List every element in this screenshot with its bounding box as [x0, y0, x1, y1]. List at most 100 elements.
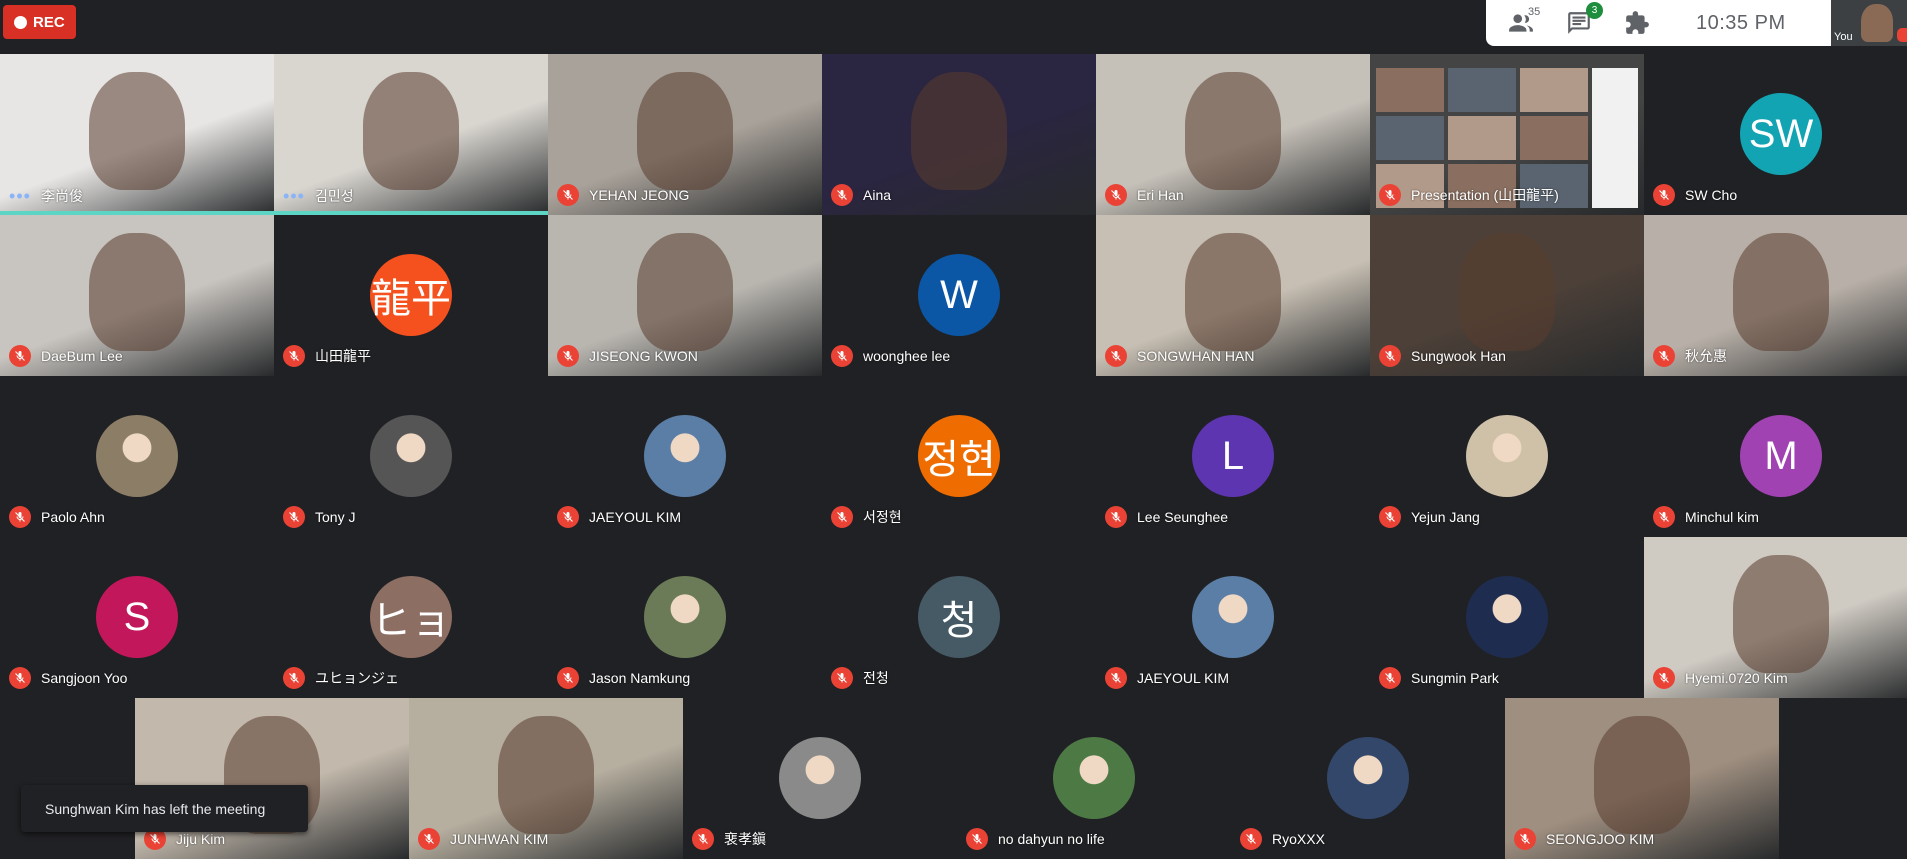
participant-name-row: ユヒョンジェ [283, 667, 399, 689]
participant-name-row: YEHAN JEONG [557, 184, 689, 206]
participant-tile[interactable]: Eri Han [1096, 54, 1370, 215]
participant-name-row: 山田龍平 [283, 345, 371, 367]
mic-muted-icon [557, 667, 579, 689]
mic-muted-icon [557, 184, 579, 206]
participant-tile[interactable]: SEONGJOO KIM [1505, 698, 1779, 859]
participant-tile[interactable]: 裵孝鎭 [683, 698, 957, 859]
participant-name: Sungmin Park [1411, 670, 1499, 686]
participant-tile[interactable]: Jason Namkung [548, 537, 822, 698]
participant-avatar: SW [1740, 93, 1822, 175]
participant-name-row: no dahyun no life [966, 828, 1105, 850]
participant-tile[interactable]: 龍平 山田龍平 [274, 215, 548, 376]
participant-name-row: Yejun Jang [1379, 506, 1480, 528]
mic-muted-icon [557, 506, 579, 528]
mic-muted-icon [1379, 506, 1401, 528]
participant-tile[interactable]: Sungmin Park [1370, 537, 1644, 698]
mic-muted-icon [831, 345, 853, 367]
participant-tile[interactable]: Sungwook Han [1370, 215, 1644, 376]
participant-name: 전청 [863, 670, 889, 686]
toast-message: Sunghwan Kim has left the meeting [45, 800, 266, 817]
participant-name: Paolo Ahn [41, 509, 105, 525]
participant-tile[interactable]: Tony J [274, 376, 548, 537]
participant-name-row: ••• 김민성 [283, 186, 354, 206]
participant-name: no dahyun no life [998, 831, 1105, 847]
participant-tile[interactable]: RyoXXX [1231, 698, 1505, 859]
participant-name: JUNHWAN KIM [450, 831, 549, 847]
participant-name: Tony J [315, 509, 356, 525]
participant-name-row: JAEYOUL KIM [557, 506, 681, 528]
participant-name: Minchul kim [1685, 509, 1759, 525]
participant-tile[interactable]: Paolo Ahn [0, 376, 274, 537]
participant-avatar [1053, 737, 1135, 819]
participant-name-row: 전청 [831, 667, 889, 689]
participant-avatar [779, 737, 861, 819]
participant-name-row: Aina [831, 184, 891, 206]
participant-tile[interactable]: Aina [822, 54, 1096, 215]
participant-avatar [96, 415, 178, 497]
participant-name-row: Sangjoon Yoo [9, 667, 127, 689]
participant-tile[interactable]: Wwoonghee lee [822, 215, 1096, 376]
participant-tile[interactable]: 청전청 [822, 537, 1096, 698]
participant-tile[interactable]: ••• 김민성 [274, 54, 548, 215]
participant-name-row: Paolo Ahn [9, 506, 105, 528]
puzzle-icon [1626, 11, 1649, 34]
participant-name-row: ••• 李尚俊 [9, 186, 83, 206]
participant-tile[interactable]: no dahyun no life [957, 698, 1231, 859]
participants-button[interactable]: 35 [1508, 6, 1566, 39]
participant-tile[interactable]: JUNHWAN KIM [409, 698, 683, 859]
mic-muted-icon [1653, 184, 1675, 206]
participant-tile[interactable]: ••• 李尚俊 [0, 54, 274, 215]
participant-name-row: Presentation (山田龍平) [1379, 184, 1559, 206]
participant-tile[interactable]: SONGWHAN HAN [1096, 215, 1370, 376]
mic-muted-icon [1653, 345, 1675, 367]
participant-tile[interactable]: SW SW Cho [1644, 54, 1907, 215]
meeting-toolbar: 35 3 10:35 PM [1486, 0, 1831, 46]
mic-muted-icon [1105, 506, 1127, 528]
notification-toast: Sunghwan Kim has left the meeting [21, 785, 308, 832]
participant-tile[interactable]: JAEYOUL KIM [1096, 537, 1370, 698]
self-view[interactable]: You [1831, 0, 1907, 46]
participant-avatar [1192, 576, 1274, 658]
participant-name: Hyemi.0720 Kim [1685, 670, 1788, 686]
participant-name: SEONGJOO KIM [1546, 831, 1655, 847]
mic-muted-icon [831, 506, 853, 528]
participant-name-row: JAEYOUL KIM [1105, 667, 1229, 689]
participant-tile[interactable]: 정현 서정현 [822, 376, 1096, 537]
participant-tile[interactable]: JISEONG KWON [548, 215, 822, 376]
participant-name-row: SW Cho [1653, 184, 1737, 206]
participant-tile[interactable]: Jiju Kim [135, 698, 409, 859]
participant-name-row: woonghee lee [831, 345, 950, 367]
participant-tile[interactable]: Yejun Jang [1370, 376, 1644, 537]
mic-muted-icon [1379, 184, 1401, 206]
participant-name: woonghee lee [863, 348, 951, 364]
mic-muted-icon [9, 667, 31, 689]
participant-avatar: 청 [918, 576, 1000, 658]
participant-tile[interactable]: 秋允惠 [1644, 215, 1907, 376]
audio-level-icon: ••• [9, 186, 31, 206]
participant-name: Jason Namkung [589, 670, 691, 686]
participant-name: 山田龍平 [315, 348, 371, 364]
participant-name: DaeBum Lee [41, 348, 123, 364]
record-dot-icon [14, 15, 27, 29]
participant-name: YEHAN JEONG [589, 187, 690, 203]
mic-muted-icon [1105, 345, 1127, 367]
participant-avatar [644, 576, 726, 658]
participant-tile[interactable]: YEHAN JEONG [548, 54, 822, 215]
participant-tile[interactable]: M Minchul kim [1644, 376, 1907, 537]
participant-tile[interactable]: DaeBum Lee [0, 215, 274, 376]
participant-name: Lee Seunghee [1137, 509, 1229, 525]
mic-muted-icon [1105, 184, 1127, 206]
participant-tile[interactable]: L Lee Seunghee [1096, 376, 1370, 537]
participant-name: 秋允惠 [1685, 348, 1727, 364]
participant-tile[interactable]: Presentation (山田龍平) [1370, 54, 1644, 215]
participant-tile[interactable]: S Sangjoon Yoo [0, 537, 274, 698]
participant-name: Jiju Kim [176, 831, 226, 847]
participant-tile[interactable]: JAEYOUL KIM [548, 376, 822, 537]
participant-tile[interactable]: Hyemi.0720 Kim [1644, 537, 1907, 698]
chat-button[interactable]: 3 [1566, 2, 1624, 39]
activities-button[interactable] [1624, 7, 1682, 39]
participant-name-row: RyoXXX [1240, 828, 1325, 850]
participant-name-row: 서정현 [831, 506, 902, 528]
participant-tile[interactable]: ヒョ ユヒョンジェ [274, 537, 548, 698]
participant-name-row: Minchul kim [1653, 506, 1759, 528]
